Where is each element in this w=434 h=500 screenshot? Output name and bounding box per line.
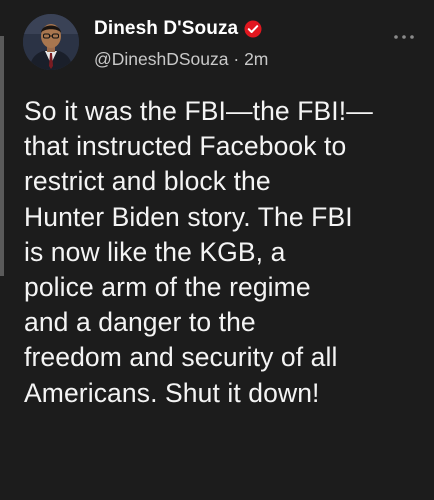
meta-separator: ·: [228, 49, 245, 69]
thread-indicator: [0, 36, 4, 276]
more-options-icon[interactable]: [392, 28, 416, 39]
tweet-header: Dinesh D'Souza @DineshDSouza · 2m: [94, 16, 394, 70]
timestamp[interactable]: 2m: [244, 49, 268, 69]
display-name[interactable]: Dinesh D'Souza: [94, 18, 238, 40]
tweet-line: that instructed Facebook to: [24, 131, 347, 162]
handle[interactable]: @DineshDSouza: [94, 49, 229, 69]
profile-avatar[interactable]: [23, 14, 79, 70]
tweet-text: So it was the FBI—the FBI!— that instruc…: [24, 94, 429, 411]
tweet-line: is now like the KGB, a: [24, 236, 286, 267]
tweet-line: restrict and block the: [24, 166, 271, 197]
meta-row: @DineshDSouza · 2m: [94, 49, 394, 70]
tweet-line: Americans. Shut it down!: [24, 377, 320, 408]
tweet-card[interactable]: Dinesh D'Souza @DineshDSouza · 2m So it …: [0, 0, 434, 500]
tweet-line: and a danger to the: [24, 307, 256, 338]
tweet-line: Hunter Biden story. The FBI: [24, 201, 353, 232]
tweet-line: freedom and security of all: [24, 342, 338, 373]
verified-badge-icon: [244, 20, 262, 38]
tweet-line: So it was the FBI—the FBI!—: [24, 96, 373, 126]
name-row: Dinesh D'Souza: [94, 16, 394, 42]
tweet-line: police arm of the regime: [24, 272, 311, 303]
